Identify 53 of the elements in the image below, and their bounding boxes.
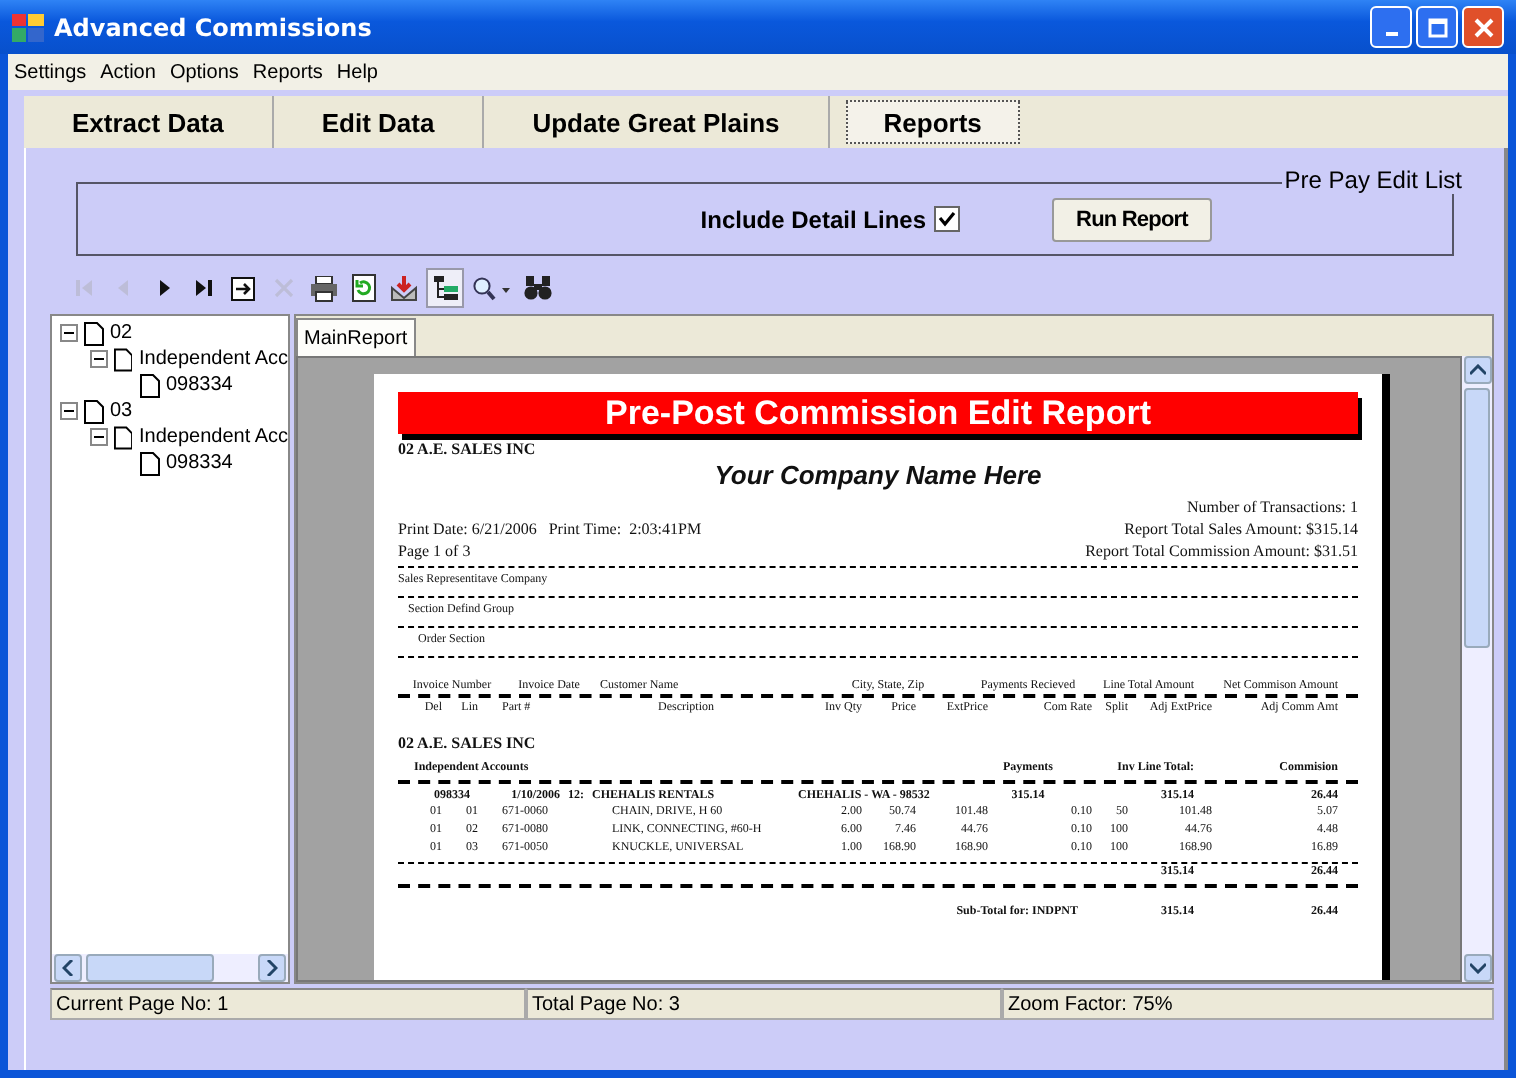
menu-item[interactable]: Settings	[14, 61, 87, 83]
group-title: Pre Pay Edit List	[1282, 166, 1464, 194]
tree-item[interactable]: Independent Acc	[138, 426, 288, 448]
document-icon	[114, 425, 133, 449]
summary-text: Report Total Sales Amount: $315.14	[1124, 518, 1358, 540]
tree-item[interactable]: Independent Acc	[138, 348, 288, 370]
close-icon	[1473, 17, 1493, 37]
status-text: Total Page No: 3	[526, 988, 1002, 1020]
printer-icon[interactable]	[306, 270, 340, 306]
document-icon	[140, 373, 160, 397]
tab[interactable]: Reports	[845, 100, 1020, 144]
company-code: 02 A.E. SALES INC	[398, 440, 536, 460]
maximize-icon	[1427, 17, 1447, 37]
document-icon	[140, 451, 160, 475]
checkbox-label: Include Detail Lines	[700, 205, 926, 233]
maximize-button[interactable]	[1416, 6, 1458, 48]
print-info: Print Date: 6/21/2006 Print Time: 2:03:41PM	[398, 518, 702, 540]
group-title: 02 A.E. SALES INC	[398, 736, 538, 756]
summary-text: Number of Transactions: 1	[1186, 496, 1358, 518]
document-icon	[84, 321, 104, 345]
report-banner: Pre-Post Commission Edit Report	[398, 392, 1358, 434]
collapse-toggle[interactable]	[60, 324, 78, 342]
collapse-toggle[interactable]	[90, 350, 108, 368]
run-report-button[interactable]: Run Report	[1052, 197, 1212, 241]
menu-item[interactable]: Action	[100, 61, 156, 83]
menu-item[interactable]: Options	[169, 61, 239, 83]
status-text: Zoom Factor: 75%	[1002, 988, 1494, 1020]
close-button[interactable]	[1462, 6, 1504, 48]
vertical-scrollbar[interactable]	[1462, 356, 1492, 982]
document-icon	[84, 399, 104, 423]
document-icon	[114, 347, 133, 371]
collapse-toggle[interactable]	[60, 402, 78, 420]
status-text: Current Page No: 1	[50, 988, 526, 1020]
minimize-button[interactable]	[1370, 6, 1412, 48]
window-title: Advanced Commissions	[54, 13, 372, 41]
menu-item[interactable]: Help	[336, 61, 378, 83]
tree-item[interactable]: 098334	[166, 452, 233, 474]
tree-item[interactable]: 098334	[166, 374, 233, 396]
tree-icon[interactable]	[426, 268, 464, 308]
collapse-toggle[interactable]	[90, 428, 108, 446]
minimize-icon	[1385, 32, 1397, 36]
tree-item[interactable]: 03	[110, 400, 133, 422]
refresh-icon[interactable]	[346, 270, 380, 306]
page-number: Page 1 of 3	[398, 540, 473, 562]
tree-item[interactable]: 02	[110, 322, 133, 344]
company-name: Your Company Name Here	[714, 460, 1042, 492]
summary-text: Report Total Commission Amount: $31.51	[1085, 540, 1358, 562]
include-detail-checkbox[interactable]	[934, 206, 960, 232]
menu-item[interactable]: Reports	[252, 61, 323, 83]
export-icon[interactable]	[386, 270, 420, 306]
app-icon	[12, 13, 44, 41]
report-tab[interactable]: MainReport	[296, 318, 416, 356]
horizontal-scrollbar[interactable]	[52, 954, 288, 982]
